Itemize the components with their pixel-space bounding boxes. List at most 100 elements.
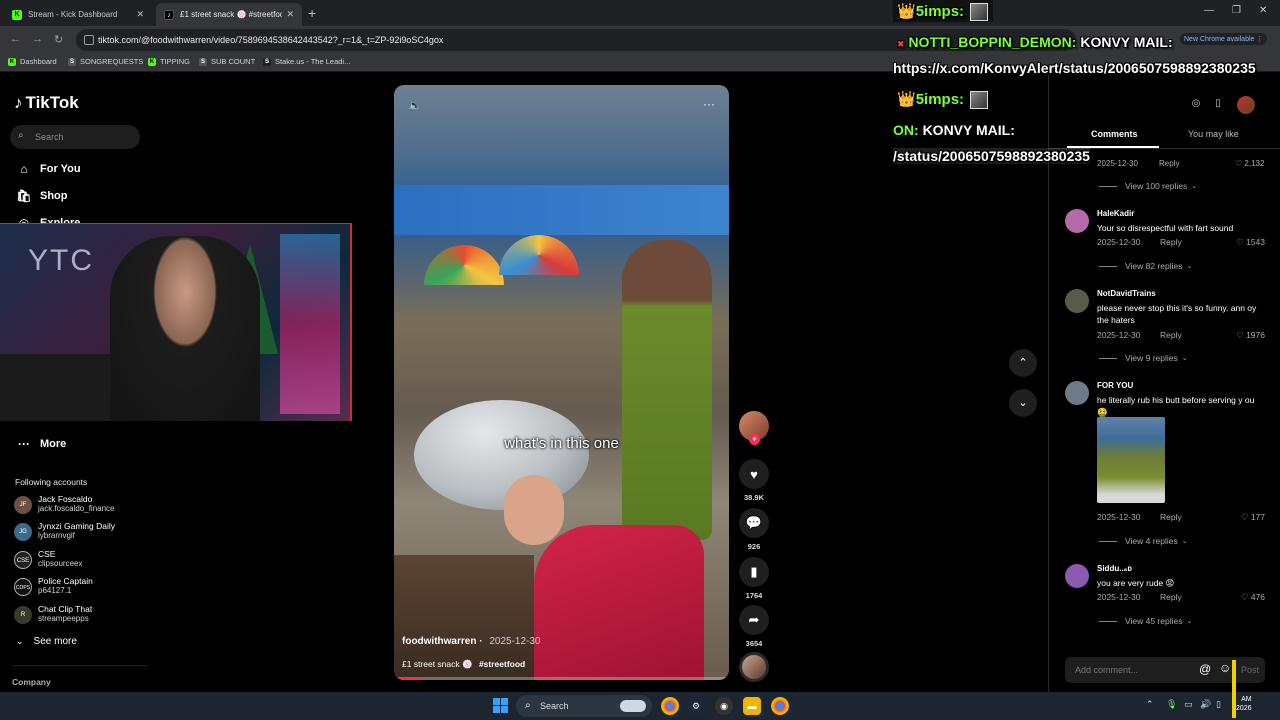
reply-button[interactable]: Reply [1160, 237, 1182, 247]
share-button[interactable]: ➦ 3654 [738, 605, 770, 648]
webcam-background-lights [280, 234, 340, 414]
reply-button[interactable]: Reply [1160, 592, 1182, 602]
sound-disc[interactable] [739, 652, 769, 682]
bookmark-dashboard[interactable]: K Dashboard [8, 57, 57, 66]
close-tab-icon[interactable]: ✕ [286, 9, 294, 20]
hashtag-link[interactable]: #streetfood [479, 659, 525, 669]
volume-icon[interactable]: 🔊 [1200, 699, 1211, 710]
previous-video-button[interactable]: ⌃ [1009, 349, 1037, 377]
microphone-icon[interactable]: 🎙 [1166, 699, 1177, 710]
more-options-icon[interactable]: ··· [703, 97, 715, 111]
comment-author[interactable]: HaleKadir [1097, 209, 1134, 218]
comment-like-button[interactable]: ♡ 476 [1241, 592, 1265, 603]
compass-icon[interactable]: ◎ [1189, 98, 1203, 112]
avatar[interactable] [1065, 289, 1089, 313]
comment-author[interactable]: FOR YOU [1097, 381, 1133, 390]
bookmark-label: SUB COUNT [211, 57, 256, 66]
bookmark-songrequests[interactable]: S SONGREQUESTS [68, 57, 143, 66]
avatar[interactable] [1065, 209, 1089, 233]
url-text: tiktok.com/@foodwithwarren/video/7589694… [98, 35, 444, 45]
windows-start-icon[interactable] [493, 698, 508, 713]
steam-icon[interactable]: ⚙ [687, 697, 705, 715]
see-more-button[interactable]: ⌄ See more [16, 636, 77, 647]
partial-reply-button[interactable]: Reply [1159, 159, 1179, 168]
emoji-icon[interactable]: ☺ [1219, 661, 1231, 675]
kick-icon: K [8, 57, 16, 66]
tab-tiktok-video[interactable]: ♪ £1 street snack 🍥 #streetfood ✕ [156, 3, 302, 26]
back-icon[interactable]: ← [10, 33, 21, 45]
video-shop-sign [394, 185, 729, 235]
following-account[interactable]: JG Jynxzi Gaming Daily lybrarnvgif [14, 521, 115, 541]
battery-icon[interactable]: ▯ [1216, 699, 1221, 710]
following-account[interactable]: COPS Police Captain p64127.1 [14, 576, 93, 596]
nav-for-you[interactable]: ⌂ For You [16, 162, 80, 176]
tray-chevron-up-icon[interactable]: ⌃ [1146, 699, 1154, 710]
avatar[interactable] [1065, 564, 1089, 588]
bookmark-stake[interactable]: S Stake.us - The Leadi... [263, 57, 350, 66]
minimize-icon[interactable]: — [1204, 5, 1214, 16]
bookmark-sub-count[interactable]: S SUB COUNT [199, 57, 255, 66]
comment-like-button[interactable]: ♡ 1543 [1236, 237, 1265, 248]
following-account[interactable]: R Chat Clip That streampeepps [14, 604, 92, 624]
taskbar-search[interactable]: ⌕ Search [516, 695, 652, 717]
search-input[interactable]: ⌕ Search [10, 125, 140, 149]
chrome-icon[interactable] [661, 697, 679, 715]
chrome-icon[interactable] [771, 697, 789, 715]
close-tab-icon[interactable]: ✕ [136, 9, 144, 20]
tab-kick-dashboard[interactable]: K Stream - Kick Dashboard ✕ [4, 3, 152, 26]
mention-icon[interactable]: @ [1199, 662, 1211, 676]
file-explorer-icon[interactable]: ▬ [743, 697, 761, 715]
company-link[interactable]: Company [12, 677, 51, 687]
view-replies-label: View 82 replies [1125, 261, 1183, 271]
forward-icon[interactable]: → [32, 33, 43, 45]
tiktok-logo[interactable]: ♪ TikTok [14, 93, 79, 113]
comment-like-button[interactable]: ♡ 177 [1241, 512, 1265, 523]
network-icon[interactable]: ▭ [1184, 699, 1193, 710]
reply-button[interactable]: Reply [1160, 512, 1182, 522]
phone-icon[interactable]: ▯ [1211, 98, 1225, 112]
next-video-button[interactable]: ⌄ [1009, 389, 1037, 417]
following-account[interactable]: CSE CSE clipsourceex [14, 549, 82, 569]
tab-you-may-like[interactable]: You may like [1188, 129, 1239, 139]
view-replies-button[interactable]: View 82 replies ⌄ [1099, 261, 1192, 271]
new-chrome-available-button[interactable]: New Chrome available ⋮ [1180, 33, 1268, 45]
obs-icon[interactable]: ◉ [715, 697, 733, 715]
new-tab-button[interactable]: + [308, 5, 316, 21]
maximize-icon[interactable]: ❐ [1232, 5, 1241, 16]
follow-plus-icon[interactable]: + [749, 434, 760, 445]
tab-comments[interactable]: Comments [1091, 129, 1138, 139]
avatar[interactable] [1065, 381, 1089, 405]
nav-shop[interactable]: 🛍 Shop [16, 189, 67, 203]
comment-button[interactable]: 💬 926 [738, 508, 770, 551]
like-button[interactable]: ♥ 38.9K [738, 459, 770, 502]
heart-icon: ♥ [739, 459, 769, 489]
video-author[interactable]: foodwithwarren · 2025-12-30 [402, 636, 541, 647]
site-info-icon[interactable] [84, 35, 94, 45]
following-account[interactable]: JF Jack Foscaldo jack.foscaldo_finance [14, 494, 115, 514]
video-progress-bar[interactable] [394, 677, 729, 680]
comment-author[interactable]: NotDavidTrains [1097, 289, 1156, 298]
reload-icon[interactable]: ↻ [54, 33, 63, 46]
video-player[interactable]: 🔈 ··· what's in this one foodwithwarren … [394, 85, 729, 680]
volume-icon[interactable]: 🔈 [408, 99, 422, 112]
clock-year: 2026 [1236, 705, 1252, 712]
comment-author[interactable]: Siddu..₈ᴅ [1097, 564, 1132, 573]
comment-like-button[interactable]: ♡ 1976 [1236, 330, 1265, 341]
view-replies-button[interactable]: View 45 replies ⌄ [1099, 616, 1192, 626]
chevron-down-icon: ⌄ [1018, 397, 1028, 409]
new-chrome-label: New Chrome available [1184, 36, 1255, 43]
reply-button[interactable]: Reply [1160, 330, 1182, 340]
comment-image[interactable] [1097, 417, 1165, 503]
view-replies-button[interactable]: View 9 replies ⌄ [1099, 353, 1188, 363]
view-replies-button[interactable]: View 4 replies ⌄ [1099, 536, 1188, 546]
user-avatar[interactable] [1237, 96, 1255, 114]
taskbar-clock[interactable]: AM 2026 [1236, 695, 1252, 713]
view-replies-button[interactable]: View 100 replies ⌄ [1099, 181, 1197, 191]
nav-more[interactable]: ··· More [16, 437, 66, 451]
bookmark-tipping[interactable]: K TIPPING [148, 57, 190, 66]
comment-date: 2025-12-30 [1097, 330, 1141, 340]
close-window-icon[interactable]: ✕ [1259, 5, 1267, 16]
save-button[interactable]: ▮ 1764 [738, 557, 770, 600]
post-button[interactable]: Post [1241, 665, 1259, 675]
bookmark-label: Stake.us - The Leadi... [275, 57, 351, 66]
